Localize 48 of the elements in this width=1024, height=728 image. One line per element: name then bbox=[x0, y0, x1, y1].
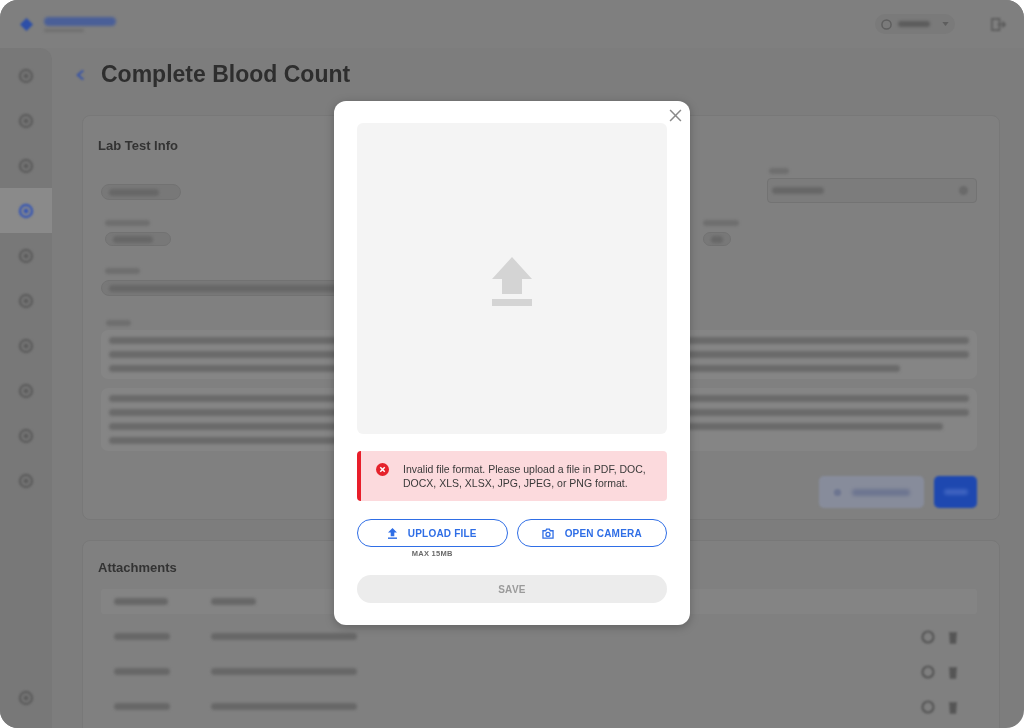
blurred-circle-icon bbox=[18, 689, 34, 706]
error-icon bbox=[376, 463, 389, 476]
blurred-cell-text bbox=[114, 703, 170, 710]
blurred-field bbox=[703, 232, 731, 246]
blurred-circle-icon bbox=[18, 382, 34, 399]
blurred-outline-button[interactable] bbox=[819, 476, 924, 508]
section-title: Attachments bbox=[98, 560, 177, 576]
blurred-circle-icon bbox=[18, 427, 34, 444]
close-icon bbox=[669, 109, 682, 122]
blurred-trash-icon[interactable] bbox=[946, 699, 960, 714]
blurred-field bbox=[105, 232, 171, 246]
blurred-circle-icon[interactable] bbox=[921, 699, 935, 714]
blurred-circle-icon bbox=[18, 337, 34, 354]
blurred-circle-icon bbox=[881, 18, 892, 30]
upload-file-button[interactable]: UPLOAD FILE bbox=[357, 519, 508, 547]
blurred-cell-text bbox=[114, 633, 170, 640]
blurred-circle-icon bbox=[833, 487, 842, 497]
diamond-logo-icon bbox=[20, 17, 33, 31]
sidebar-button[interactable] bbox=[0, 188, 52, 233]
blurred-circle-icon bbox=[18, 112, 34, 129]
blurred-logo-text bbox=[44, 16, 116, 26]
section-title: Lab Test Info bbox=[98, 138, 178, 154]
page-title: Complete Blood Count bbox=[101, 61, 351, 88]
error-message: Invalid file format. Please upload a file in PDF, DOC, DOCX, XLS, XLSX, JPG, JPEG, or PNG format. bbox=[403, 462, 647, 490]
blurred-header-text bbox=[114, 598, 168, 605]
blurred-header-text bbox=[211, 598, 256, 605]
blurred-circle-icon bbox=[18, 472, 34, 489]
blurred-exit-icon[interactable] bbox=[991, 17, 1006, 31]
blurred-circle-icon bbox=[18, 67, 34, 84]
open-camera-button[interactable]: OPEN CAMERA bbox=[516, 519, 667, 547]
camera-icon bbox=[541, 527, 554, 539]
blurred-primary-button[interactable] bbox=[934, 476, 977, 508]
blurred-button-text bbox=[852, 488, 910, 496]
blurred-circle-icon bbox=[18, 247, 34, 264]
close-button[interactable] bbox=[669, 109, 682, 122]
blurred-language-selector[interactable] bbox=[875, 14, 955, 34]
blurred-trash-icon[interactable] bbox=[946, 629, 960, 644]
blurred-cell-text bbox=[114, 668, 170, 675]
blurred-circle-icon bbox=[18, 157, 34, 174]
blurred-circle-icon bbox=[18, 202, 34, 219]
blurred-language-text bbox=[898, 21, 930, 27]
blurred-circle-icon[interactable] bbox=[921, 629, 935, 644]
upload-icon bbox=[387, 527, 397, 539]
blurred-select-field[interactable] bbox=[767, 178, 977, 203]
blurred-circle-icon bbox=[18, 292, 34, 309]
upload-icon bbox=[492, 257, 532, 306]
blurred-circle-icon[interactable] bbox=[921, 664, 935, 679]
blurred-trash-icon[interactable] bbox=[946, 664, 960, 679]
